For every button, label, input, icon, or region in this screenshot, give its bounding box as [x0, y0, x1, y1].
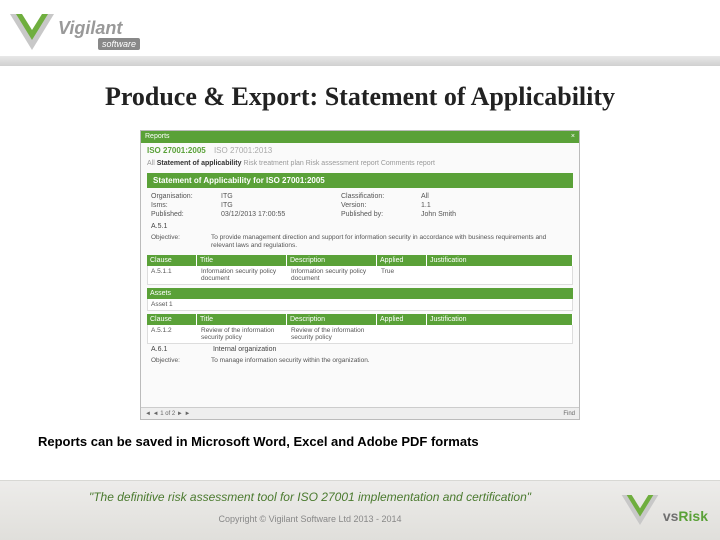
- window-title: Reports: [145, 133, 170, 140]
- header-divider: [0, 56, 720, 66]
- meta-pub-lbl: Published:: [151, 211, 221, 218]
- objective-row-2: Objective: To manage information securit…: [141, 355, 579, 367]
- th-clause: Clause: [147, 255, 197, 266]
- th-title: Title: [197, 255, 287, 266]
- controls-table-head: Clause Title Description Applied Justifi…: [147, 255, 573, 266]
- vsrisk-wordmark: vsRisk: [663, 508, 708, 524]
- section-a61: A.6.1 Internal organization: [141, 344, 579, 355]
- th-clause: Clause: [147, 314, 197, 325]
- iso-version-tabs: ISO 27001:2005 ISO 27001:2013: [141, 143, 579, 158]
- objective-row-1: Objective: To provide management directi…: [141, 232, 579, 252]
- vs-text: vs: [663, 508, 679, 524]
- th-title: Title: [197, 314, 287, 325]
- meta-pub-val: 03/12/2013 17:00:55: [221, 211, 301, 218]
- th-just: Justification: [427, 255, 573, 266]
- table-row: A.5.1.2 Review of the information securi…: [147, 325, 573, 344]
- brand-name: Vigilant: [58, 18, 122, 39]
- meta-pubby-val: John Smith: [421, 211, 456, 218]
- td-desc: Review of the information security polic…: [288, 325, 378, 343]
- report-pager-toolbar: ◄ ◄ 1 of 2 ► ► Find: [141, 407, 579, 419]
- meta-org-lbl: Organisation:: [151, 193, 221, 200]
- meta-ver-lbl: Version:: [341, 202, 421, 209]
- th-just: Justification: [427, 314, 573, 325]
- meta-isms-lbl: Isms:: [151, 202, 221, 209]
- objective-val: To provide management direction and supp…: [211, 234, 569, 250]
- objective-lbl: Objective:: [151, 357, 211, 365]
- asset-name: Asset 1: [148, 299, 176, 310]
- footer-tagline: "The definitive risk assessment tool for…: [0, 490, 620, 504]
- th-desc: Description: [287, 314, 377, 325]
- controls-table-head-2: Clause Title Description Applied Justifi…: [147, 314, 573, 325]
- window-titlebar: Reports ×: [141, 131, 579, 143]
- td-clause: A.5.1.2: [148, 325, 198, 343]
- v-chevron-icon: [618, 490, 662, 530]
- brand-sub: software: [98, 38, 140, 50]
- tab-iso2005[interactable]: ISO 27001:2005: [147, 146, 206, 155]
- subtab-rtp[interactable]: Risk treatment plan: [243, 160, 303, 167]
- brand-logo-top: Vigilant software: [8, 8, 158, 56]
- td-applied: [378, 325, 428, 343]
- close-icon[interactable]: ×: [571, 132, 575, 142]
- objective-lbl: Objective:: [151, 234, 211, 250]
- meta-class-val: All: [421, 193, 429, 200]
- section-a51: A.5.1: [141, 221, 579, 232]
- td-title: Information security policy document: [198, 266, 288, 284]
- objective-val: To manage information security within th…: [211, 357, 569, 365]
- meta-ver-val: 1.1: [421, 202, 431, 209]
- assets-row: Asset 1: [147, 299, 573, 311]
- report-meta: Organisation: ITG Classification: All Is…: [141, 190, 579, 221]
- brand-logo-bottom: vsRisk: [618, 488, 708, 530]
- v-chevron-icon: [8, 8, 56, 56]
- subtab-comments[interactable]: Comments report: [381, 160, 435, 167]
- report-subtabs: All Statement of applicability Risk trea…: [141, 158, 579, 169]
- slide-title: Produce & Export: Statement of Applicabi…: [0, 82, 720, 112]
- meta-class-lbl: Classification:: [341, 193, 421, 200]
- td-just: [428, 266, 572, 284]
- table-row: A.5.1.1 Information security policy docu…: [147, 266, 573, 285]
- td-just: [428, 325, 572, 343]
- td-clause: A.5.1.1: [148, 266, 198, 284]
- meta-org-val: ITG: [221, 193, 301, 200]
- slide-caption: Reports can be saved in Microsoft Word, …: [38, 434, 479, 449]
- subtab-rar[interactable]: Risk assessment report: [306, 160, 379, 167]
- meta-pubby-lbl: Published by:: [341, 211, 421, 218]
- th-applied: Applied: [377, 255, 427, 266]
- subtab-all[interactable]: All: [147, 160, 155, 167]
- tab-iso2013[interactable]: ISO 27001:2013: [214, 146, 272, 155]
- risk-text: Risk: [678, 508, 708, 524]
- section-num: A.5.1: [151, 223, 211, 230]
- section-num: A.6.1: [151, 346, 211, 353]
- section-title: Internal organization: [213, 346, 276, 353]
- td-applied: True: [378, 266, 428, 284]
- subtab-soa[interactable]: Statement of applicability: [157, 160, 242, 167]
- th-desc: Description: [287, 255, 377, 266]
- assets-label: Assets: [147, 288, 174, 299]
- find-button[interactable]: Find: [563, 411, 575, 417]
- td-title: Review of the information security polic…: [198, 325, 288, 343]
- soa-heading: Statement of Applicability for ISO 27001…: [147, 173, 573, 188]
- th-applied: Applied: [377, 314, 427, 325]
- assets-head: Assets: [147, 288, 573, 299]
- app-screenshot: Reports × ISO 27001:2005 ISO 27001:2013 …: [140, 130, 580, 420]
- footer-copyright: Copyright © Vigilant Software Ltd 2013 -…: [0, 514, 620, 524]
- footer-band: [0, 480, 720, 540]
- pager-nav[interactable]: ◄ ◄ 1 of 2 ► ►: [145, 411, 190, 417]
- meta-isms-val: ITG: [221, 202, 301, 209]
- td-desc: Information security policy document: [288, 266, 378, 284]
